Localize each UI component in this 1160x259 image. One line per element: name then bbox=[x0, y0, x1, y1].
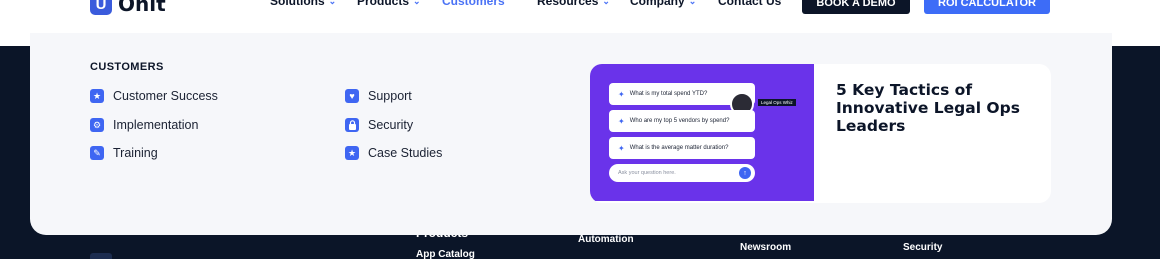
chat-prompt: ✦ What is the average matter duration? bbox=[609, 137, 755, 159]
footer-social-icon[interactable] bbox=[90, 253, 112, 259]
book-demo-button[interactable]: BOOK A DEMO bbox=[802, 0, 910, 14]
nav-customers-label: Customers bbox=[442, 0, 505, 8]
star-icon: ★ bbox=[345, 146, 359, 160]
sparkle-icon: ✦ bbox=[618, 116, 625, 126]
chat-prompt-text: What is my total spend YTD? bbox=[629, 91, 708, 97]
menu-link-case-studies[interactable]: ★ Case Studies bbox=[345, 146, 442, 160]
nav-solutions[interactable]: Solutions ⌄ bbox=[270, 0, 336, 8]
footer-link-automation[interactable]: Automation bbox=[578, 234, 634, 245]
promo-image: ✦ What is my total spend YTD? Legal Ops … bbox=[590, 64, 814, 201]
logo-text: Onit bbox=[118, 0, 166, 16]
nav-resources[interactable]: Resources ⌄ bbox=[537, 0, 610, 8]
nav-resources-label: Resources bbox=[537, 0, 599, 8]
menu-link-label: Implementation bbox=[113, 118, 199, 132]
heart-icon: ♥ bbox=[345, 89, 359, 103]
promo-card[interactable]: ✦ What is my total spend YTD? Legal Ops … bbox=[590, 64, 1051, 203]
nav-contact-us-label: Contact Us bbox=[718, 0, 782, 8]
chevron-down-icon: ⌄ bbox=[688, 0, 697, 6]
chat-prompt-text: Who are my top 5 vendors by spend? bbox=[629, 118, 730, 124]
chevron-down-icon: ⌄ bbox=[602, 0, 610, 6]
section-title: CUSTOMERS bbox=[90, 61, 164, 73]
chevron-up-icon: ⌃ bbox=[508, 0, 517, 6]
nav-contact-us[interactable]: Contact Us bbox=[718, 0, 781, 8]
nav-company[interactable]: Company ⌄ bbox=[630, 0, 696, 8]
ask-question-field: Ask your question here. ↑ bbox=[609, 164, 755, 182]
logo-mark: U bbox=[90, 0, 112, 15]
pencil-icon: ✎ bbox=[90, 146, 104, 160]
lock-glyph bbox=[348, 120, 356, 130]
customers-mega-menu: CUSTOMERS ★ Customer Success ⚙ Implement… bbox=[30, 33, 1112, 235]
chat-prompt-text: What is the average matter duration? bbox=[629, 145, 729, 151]
roi-calculator-button[interactable]: ROI CALCULATOR bbox=[924, 0, 1050, 14]
gear-icon: ⚙ bbox=[90, 118, 104, 132]
footer-link-app-catalog[interactable]: App Catalog bbox=[416, 249, 475, 259]
sparkle-icon: ✦ bbox=[618, 89, 625, 99]
arrow-up-icon: ↑ bbox=[739, 167, 751, 179]
promo-title[interactable]: 5 Key Tactics of Innovative Legal Ops Le… bbox=[836, 81, 1026, 135]
menu-link-label: Case Studies bbox=[368, 146, 443, 160]
menu-link-label: Support bbox=[368, 89, 412, 103]
chat-prompt: ✦ Who are my top 5 vendors by spend? bbox=[609, 110, 755, 132]
nav-products[interactable]: Products ⌄ bbox=[357, 0, 421, 8]
chevron-down-icon: ⌄ bbox=[328, 0, 337, 6]
nav-solutions-label: Solutions bbox=[270, 0, 325, 8]
ask-placeholder: Ask your question here. bbox=[618, 170, 676, 176]
chevron-down-icon: ⌄ bbox=[413, 0, 421, 6]
lock-icon bbox=[345, 118, 359, 132]
sparkle-icon: ✦ bbox=[618, 143, 625, 153]
menu-link-label: Training bbox=[113, 146, 158, 160]
nav-company-label: Company bbox=[630, 0, 685, 8]
menu-link-label: Security bbox=[368, 118, 414, 132]
footer-link-security[interactable]: Security bbox=[903, 242, 942, 253]
avatar-tag: Legal Ops Whiz bbox=[758, 99, 796, 106]
footer-link-newsroom[interactable]: Newsroom bbox=[740, 242, 791, 253]
logo[interactable]: U Onit bbox=[90, 0, 166, 16]
nav-customers[interactable]: Customers ⌃ bbox=[442, 0, 516, 8]
menu-link-implementation[interactable]: ⚙ Implementation bbox=[90, 118, 198, 132]
nav-products-label: Products bbox=[357, 0, 410, 8]
star-icon: ★ bbox=[90, 89, 104, 103]
menu-link-label: Customer Success bbox=[113, 89, 218, 103]
menu-link-support[interactable]: ♥ Support bbox=[345, 89, 412, 103]
menu-link-training[interactable]: ✎ Training bbox=[90, 146, 158, 160]
menu-link-customer-success[interactable]: ★ Customer Success bbox=[90, 89, 218, 103]
menu-link-security[interactable]: Security bbox=[345, 118, 413, 132]
